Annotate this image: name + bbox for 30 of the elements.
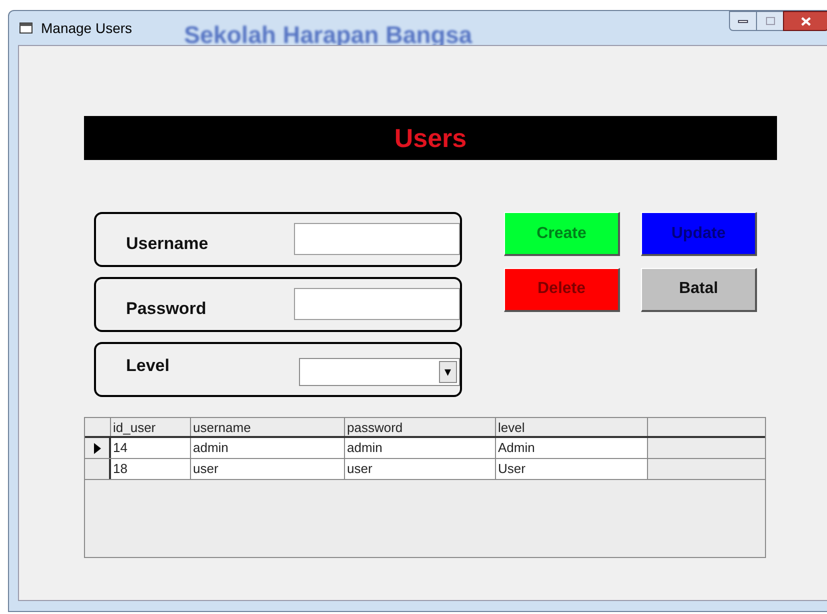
field-label: Level xyxy=(126,354,170,377)
text-field[interactable] xyxy=(294,222,460,254)
column-header[interactable]: username xyxy=(191,418,345,436)
minimize-button[interactable] xyxy=(729,11,757,31)
table-cell: admin xyxy=(191,438,345,458)
action-button[interactable]: Batal xyxy=(641,268,757,312)
text-field[interactable] xyxy=(294,288,460,320)
field-label: Username xyxy=(126,232,210,255)
header-title: Users xyxy=(394,122,467,154)
table-cell: 18 xyxy=(111,459,191,479)
table-cell: admin xyxy=(345,438,496,458)
table-cell: user xyxy=(345,459,496,479)
row-pointer-icon xyxy=(94,442,100,454)
maximize-button[interactable] xyxy=(757,11,783,31)
background-label: Sekolah Harapan Bangsa xyxy=(184,21,472,51)
column-header[interactable]: password xyxy=(345,418,496,436)
close-icon xyxy=(801,16,811,26)
table-cell: User xyxy=(496,459,648,479)
close-button[interactable] xyxy=(783,11,827,31)
level-dropdown[interactable]: ▾ xyxy=(299,358,460,386)
window-icon xyxy=(19,21,33,35)
field-label: Password xyxy=(126,298,208,320)
window-title: Manage Users xyxy=(41,18,132,38)
column-header[interactable]: level xyxy=(496,418,648,436)
column-header[interactable]: id_user xyxy=(111,418,191,436)
action-button[interactable]: Create xyxy=(504,212,620,256)
table-cell: Admin xyxy=(496,438,648,458)
table-cell: 14 xyxy=(111,438,191,458)
table-cell: user xyxy=(191,459,345,479)
dropdown-button[interactable]: ▾ xyxy=(439,361,457,383)
